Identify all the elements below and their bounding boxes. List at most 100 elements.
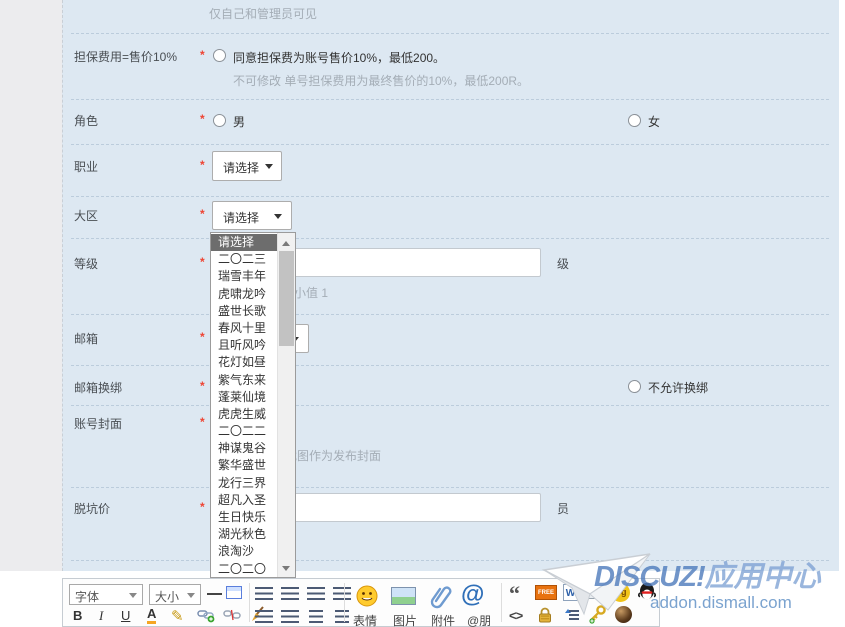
- discuz-logo: DISCUZ!应用中心: [594, 553, 821, 595]
- image-label[interactable]: 图片: [393, 612, 417, 627]
- discuz-logo-suffix: 应用中心: [705, 561, 821, 593]
- attachment-icon[interactable]: [429, 583, 453, 614]
- level-label: 等级: [74, 255, 98, 272]
- chevron-down-icon: [274, 214, 282, 223]
- at-mention-icon[interactable]: @: [461, 581, 484, 609]
- required-asterisk: *: [200, 379, 205, 393]
- guarantee-radio[interactable]: [213, 49, 226, 62]
- italic-button[interactable]: I: [99, 608, 103, 624]
- dropdown-option[interactable]: 超凡入圣: [211, 492, 278, 509]
- chevron-down-icon: [187, 593, 195, 602]
- dropdown-option[interactable]: 二〇二三: [211, 251, 278, 268]
- align-center-icon[interactable]: [281, 587, 299, 600]
- dropdown-option[interactable]: 瑞雪丰年: [211, 268, 278, 285]
- quote-icon[interactable]: “: [509, 581, 520, 607]
- dropdown-option[interactable]: 龙行三界: [211, 475, 278, 492]
- chevron-down-icon: [129, 593, 137, 602]
- at-mention-label[interactable]: @朋: [467, 612, 491, 627]
- role-female-radio[interactable]: [628, 114, 641, 127]
- toolbar-divider: [501, 583, 502, 622]
- region-select[interactable]: 请选择: [212, 201, 292, 230]
- dropdown-option[interactable]: 繁华盛世: [211, 457, 278, 474]
- image-icon[interactable]: [391, 587, 416, 605]
- toolbar-divider: [344, 583, 345, 622]
- rebind-deny-label: 不允许换绑: [648, 379, 708, 396]
- bold-button[interactable]: B: [73, 608, 82, 623]
- region-dropdown: 请选择二〇二三瑞雪丰年虎啸龙吟盛世长歌春风十里且听风吟花灯如昼紫气东来蓬莱仙境虎…: [210, 232, 296, 578]
- job-select[interactable]: 请选择: [212, 151, 282, 181]
- underline-button[interactable]: U: [121, 608, 130, 623]
- scroll-up-icon[interactable]: [278, 233, 295, 250]
- required-asterisk: *: [200, 330, 205, 344]
- horizontal-rule-icon[interactable]: [207, 593, 222, 595]
- discuz-logo-brand: DISCUZ!: [594, 561, 705, 593]
- job-select-value: 请选择: [223, 159, 259, 176]
- email-label: 邮箱: [74, 330, 98, 347]
- guarantee-hint: 不可修改 单号担保费用为最终售价的10%，最低200R。: [233, 72, 529, 89]
- highlight-pen-icon[interactable]: ✎: [171, 607, 184, 625]
- price-label: 脱坑价: [74, 500, 110, 517]
- chevron-down-icon: [265, 164, 273, 173]
- price-unit: 员: [557, 500, 569, 517]
- dropdown-option[interactable]: 神谋鬼谷: [211, 440, 278, 457]
- dropdown-option[interactable]: 二〇二二: [211, 423, 278, 440]
- outdent-icon[interactable]: [255, 610, 273, 623]
- rebind-label: 邮箱换绑: [74, 379, 122, 396]
- screen: 仅自己和管理员可见 担保费用=售价10% * 同意担保费为账号售价10%，最低2…: [0, 0, 845, 627]
- job-label: 职业: [74, 158, 98, 175]
- align-right-icon[interactable]: [307, 587, 325, 600]
- region-dropdown-list: 请选择二〇二三瑞雪丰年虎啸龙吟盛世长歌春风十里且听风吟花灯如昼紫气东来蓬莱仙境虎…: [211, 234, 278, 577]
- smiley-icon[interactable]: [355, 584, 379, 613]
- attachment-label[interactable]: 附件: [431, 612, 455, 627]
- font-color-button[interactable]: A: [147, 606, 156, 624]
- dropdown-scrollbar[interactable]: [277, 233, 295, 577]
- required-asterisk: *: [200, 255, 205, 269]
- page-gutter: [0, 0, 62, 571]
- ordered-list-icon[interactable]: [309, 610, 323, 623]
- required-asterisk: *: [200, 207, 205, 221]
- row-divider: [71, 144, 829, 145]
- table-icon[interactable]: [226, 586, 242, 599]
- role-male-radio[interactable]: [213, 114, 226, 127]
- dropdown-option[interactable]: 花灯如昼: [211, 354, 278, 371]
- required-asterisk: *: [200, 500, 205, 514]
- guarantee-label: 担保费用=售价10%: [74, 48, 177, 65]
- rebind-deny-radio[interactable]: [628, 380, 641, 393]
- dropdown-option[interactable]: 浪淘沙: [211, 543, 278, 560]
- code-icon[interactable]: <>: [509, 608, 522, 623]
- region-label: 大区: [74, 207, 98, 224]
- font-size-select[interactable]: 大小: [149, 584, 201, 605]
- dropdown-option[interactable]: 虎虎生威: [211, 406, 278, 423]
- dropdown-option[interactable]: 生日快乐: [211, 509, 278, 526]
- dropdown-option[interactable]: 春风十里: [211, 320, 278, 337]
- font-family-value: 字体: [75, 588, 99, 605]
- dropdown-option[interactable]: 蓬莱仙境: [211, 389, 278, 406]
- indent-icon[interactable]: [281, 610, 299, 623]
- dropdown-option[interactable]: 盛世长歌: [211, 303, 278, 320]
- row-divider: [71, 238, 829, 239]
- align-justify-icon[interactable]: [333, 587, 351, 600]
- align-left-icon[interactable]: [255, 587, 273, 600]
- font-size-value: 大小: [155, 588, 179, 605]
- dropdown-option[interactable]: 二〇二〇: [211, 561, 278, 577]
- scrollbar-thumb[interactable]: [279, 251, 294, 346]
- row-divider: [71, 405, 829, 406]
- dropdown-option[interactable]: 请选择: [211, 234, 278, 251]
- region-select-value: 请选择: [223, 209, 259, 226]
- insert-link-icon[interactable]: [197, 607, 215, 627]
- visibility-hint: 仅自己和管理员可见: [209, 5, 317, 22]
- smiley-label[interactable]: 表情: [353, 612, 377, 627]
- dropdown-option[interactable]: 紫气东来: [211, 372, 278, 389]
- cover-hint: 截图作为发布封面: [285, 447, 381, 464]
- row-divider: [71, 487, 829, 488]
- dropdown-option[interactable]: 湖光秋色: [211, 526, 278, 543]
- dropdown-option[interactable]: 虎啸龙吟: [211, 286, 278, 303]
- remove-link-icon[interactable]: [223, 607, 241, 627]
- font-family-select[interactable]: 字体: [69, 584, 143, 605]
- level-unit: 级: [557, 255, 569, 272]
- cover-label: 账号封面: [74, 415, 122, 432]
- dropdown-option[interactable]: 且听风吟: [211, 337, 278, 354]
- scroll-down-icon[interactable]: [278, 560, 295, 577]
- unordered-list-icon[interactable]: [335, 610, 349, 623]
- role-male-label: 男: [233, 113, 245, 130]
